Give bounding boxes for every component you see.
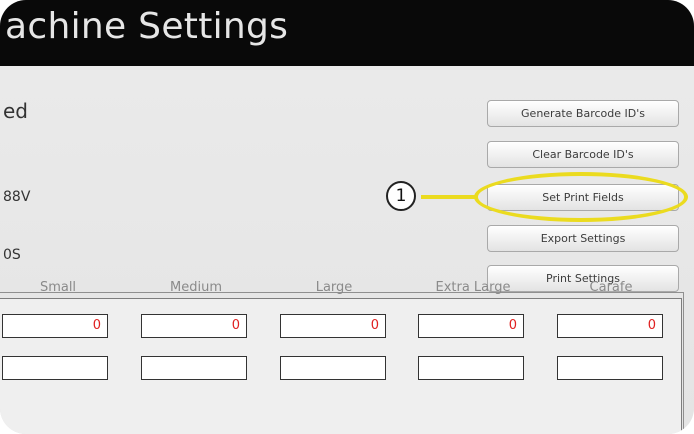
quantity-input-carafe[interactable]: 0	[557, 314, 663, 338]
column-header-carafe: Carafe	[589, 280, 633, 295]
column-header-large: Large	[315, 280, 353, 295]
price-input-carafe[interactable]	[557, 356, 663, 380]
field-label-fragment: 88V	[3, 189, 31, 205]
clear-barcode-ids-button[interactable]: Clear Barcode ID's	[487, 141, 679, 168]
title-bar: achine Settings	[0, 0, 694, 66]
callout-number-badge: 1	[386, 181, 416, 211]
price-input-large[interactable]	[280, 356, 386, 380]
field-label-fragment: ed	[3, 99, 28, 123]
page-title: achine Settings	[5, 6, 289, 47]
quantity-input-extra-large[interactable]: 0	[418, 314, 524, 338]
column-header-small: Small	[39, 280, 77, 295]
quantity-input-medium[interactable]: 0	[141, 314, 247, 338]
callout-leader-line	[421, 195, 477, 199]
column-header-extra-large: Extra Large	[435, 280, 511, 295]
field-label-fragment: 0S	[3, 247, 21, 263]
figure-frame: achine Settings ed 88V 0S Generate Barco…	[0, 0, 694, 434]
price-input-small[interactable]	[2, 356, 108, 380]
column-header-medium: Medium	[170, 280, 222, 295]
callout-highlight-ellipse	[474, 172, 688, 222]
price-input-medium[interactable]	[141, 356, 247, 380]
quantity-input-small[interactable]: 0	[2, 314, 108, 338]
export-settings-button[interactable]: Export Settings	[487, 225, 679, 252]
generate-barcode-ids-button[interactable]: Generate Barcode ID's	[487, 100, 679, 127]
price-input-extra-large[interactable]	[418, 356, 524, 380]
quantity-input-large[interactable]: 0	[280, 314, 386, 338]
machine-settings-screen: achine Settings ed 88V 0S Generate Barco…	[0, 0, 694, 434]
